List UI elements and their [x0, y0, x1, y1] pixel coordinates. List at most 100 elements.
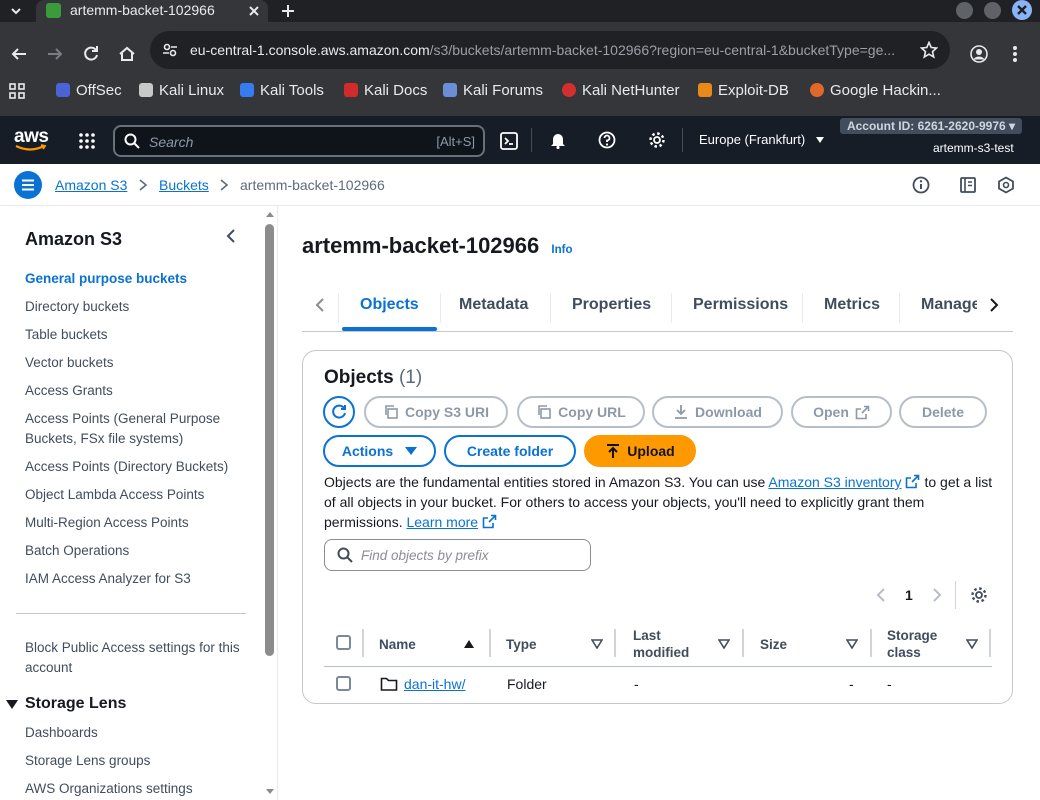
sort-icon[interactable] [591, 639, 603, 649]
new-tab-icon[interactable] [280, 3, 296, 19]
info-link[interactable]: Info [551, 244, 572, 256]
tab-permissions[interactable]: Permissions [693, 296, 788, 314]
settings-gear-icon[interactable] [648, 131, 666, 149]
info-panel-icon[interactable] [912, 176, 930, 194]
storage-lens-section[interactable]: Storage Lens [6, 695, 236, 715]
tab-list-dropdown-icon[interactable] [6, 3, 26, 19]
table-preferences-gear-icon[interactable] [970, 586, 988, 604]
filter-objects-input[interactable]: Find objects by prefix [324, 539, 591, 571]
actions-dropdown[interactable]: Actions [323, 435, 436, 467]
bookmark-kali-docs[interactable]: Kali Docs [344, 80, 427, 100]
column-header-name[interactable]: Name [379, 636, 416, 653]
sidebar-item-multi-region[interactable]: Multi-Region Access Points [25, 513, 240, 533]
column-header-storage-class[interactable]: Storage class [887, 627, 953, 661]
tabs-scroll-left-icon[interactable] [314, 297, 326, 313]
object-name-link[interactable]: dan-it-hw/ [404, 676, 465, 692]
apps-grid-icon[interactable] [9, 83, 25, 99]
sidebar-item-iam-access-analyzer[interactable]: IAM Access Analyzer for S3 [25, 569, 240, 589]
row-checkbox[interactable] [336, 676, 351, 691]
copy-url-button[interactable]: Copy URL [517, 396, 645, 428]
pagination-prev-icon[interactable] [875, 587, 887, 603]
region-selector[interactable]: Europe (Frankfurt) [699, 132, 825, 147]
refresh-button[interactable] [323, 396, 355, 428]
sidebar-item-access-points-directory[interactable]: Access Points (Directory Buckets) [25, 457, 240, 477]
address-bar[interactable]: eu-central-1.console.aws.amazon.com/s3/b… [150, 31, 950, 69]
sort-ascending-icon[interactable] [463, 639, 475, 649]
column-header-size[interactable]: Size [760, 636, 787, 653]
pagination-next-icon[interactable] [931, 587, 943, 603]
sort-icon[interactable] [718, 639, 730, 649]
download-button[interactable]: Download [652, 396, 783, 428]
column-header-type[interactable]: Type [506, 636, 537, 653]
sidebar-item-access-points-general[interactable]: Access Points (General Purpose Buckets, … [25, 409, 240, 449]
console-search-input[interactable]: Search [Alt+S] [113, 125, 485, 157]
select-all-checkbox[interactable] [336, 635, 351, 650]
bookmark-kali-tools[interactable]: Kali Tools [240, 80, 324, 100]
sidebar-item-batch-operations[interactable]: Batch Operations [25, 541, 240, 561]
sidebar-item-aws-organizations-settings[interactable]: AWS Organizations settings [25, 779, 240, 799]
feedback-panel-icon[interactable] [997, 176, 1015, 194]
tab-metadata[interactable]: Metadata [459, 296, 528, 314]
window-maximize-icon[interactable] [984, 2, 1001, 19]
sort-icon[interactable] [966, 639, 978, 649]
collapse-nav-icon[interactable] [224, 228, 238, 244]
sidebar-item-dashboards[interactable]: Dashboards [25, 723, 240, 743]
scroll-down-icon[interactable] [265, 788, 275, 796]
inventory-link[interactable]: Amazon S3 inventory [768, 474, 901, 490]
account-id-menu[interactable]: Account ID: 6261-2620-9976 ▾ [840, 118, 1022, 134]
notes-panel-icon[interactable] [959, 176, 977, 194]
tab-management[interactable]: Manage [921, 296, 977, 314]
bookmark-exploit-db[interactable]: Exploit-DB [698, 80, 789, 100]
site-info-icon[interactable] [162, 42, 178, 58]
sidebar-item-storage-lens-groups[interactable]: Storage Lens groups [25, 751, 240, 771]
nav-menu-toggle-icon[interactable] [14, 171, 42, 199]
back-icon[interactable] [10, 45, 28, 63]
home-icon[interactable] [118, 45, 136, 63]
column-header-last-modified[interactable]: Last modified [633, 627, 703, 661]
bookmark-kali-nethunter[interactable]: Kali NetHunter [562, 80, 680, 100]
forward-icon[interactable] [46, 45, 64, 63]
cloudshell-icon[interactable] [500, 132, 518, 150]
tabs-scroll-right-icon[interactable] [988, 297, 1000, 313]
tab-objects[interactable]: Objects [360, 296, 419, 314]
help-icon[interactable] [598, 131, 616, 149]
tab-close-icon[interactable] [246, 3, 262, 19]
window-minimize-icon[interactable] [956, 2, 973, 19]
tab-metrics[interactable]: Metrics [824, 296, 880, 314]
sidebar-item-block-public-access[interactable]: Block Public Access settings for this ac… [25, 638, 240, 678]
sidebar-item-general-purpose-buckets[interactable]: General purpose buckets [25, 269, 240, 289]
copy-s3-uri-button[interactable]: Copy S3 URI [364, 396, 508, 428]
sidebar-item-vector-buckets[interactable]: Vector buckets [25, 353, 240, 373]
bookmark-kali-linux[interactable]: Kali Linux [139, 80, 224, 100]
pagination-page-number[interactable]: 1 [905, 587, 913, 603]
breadcrumb-amazon-s3[interactable]: Amazon S3 [55, 177, 127, 193]
create-folder-button[interactable]: Create folder [444, 435, 576, 467]
sidebar-item-object-lambda[interactable]: Object Lambda Access Points [25, 485, 240, 505]
notifications-bell-icon[interactable] [549, 131, 567, 149]
sidebar-item-table-buckets[interactable]: Table buckets [25, 325, 240, 345]
browser-tab[interactable]: artemm-backet-102966 [36, 0, 268, 22]
tab-properties[interactable]: Properties [572, 296, 651, 314]
sidenav-scrollbar[interactable] [264, 206, 278, 800]
reload-icon[interactable] [82, 45, 100, 63]
sort-icon[interactable] [846, 639, 858, 649]
bookmark-offsec[interactable]: OffSec [56, 80, 122, 100]
breadcrumb-buckets[interactable]: Buckets [159, 177, 209, 193]
sidebar-item-access-grants[interactable]: Access Grants [25, 381, 240, 401]
upload-button[interactable]: Upload [584, 435, 696, 467]
services-menu-icon[interactable] [78, 132, 96, 150]
open-button[interactable]: Open [791, 396, 892, 428]
profile-icon[interactable] [970, 45, 988, 63]
window-close-icon[interactable] [1012, 0, 1032, 20]
browser-menu-icon[interactable] [1012, 45, 1018, 63]
bookmark-google-hacking[interactable]: Google Hackin... [810, 80, 941, 100]
bookmark-star-icon[interactable] [920, 41, 938, 59]
sidebar-item-directory-buckets[interactable]: Directory buckets [25, 297, 240, 317]
bookmark-kali-forums[interactable]: Kali Forums [443, 80, 543, 100]
aws-logo[interactable]: aws [14, 127, 49, 154]
scrollbar-thumb[interactable] [265, 224, 274, 656]
scroll-up-icon[interactable] [265, 210, 275, 218]
delete-button[interactable]: Delete [899, 396, 987, 428]
user-name[interactable]: artemm-s3-test [933, 141, 1014, 155]
learn-more-link[interactable]: Learn more [406, 514, 478, 530]
